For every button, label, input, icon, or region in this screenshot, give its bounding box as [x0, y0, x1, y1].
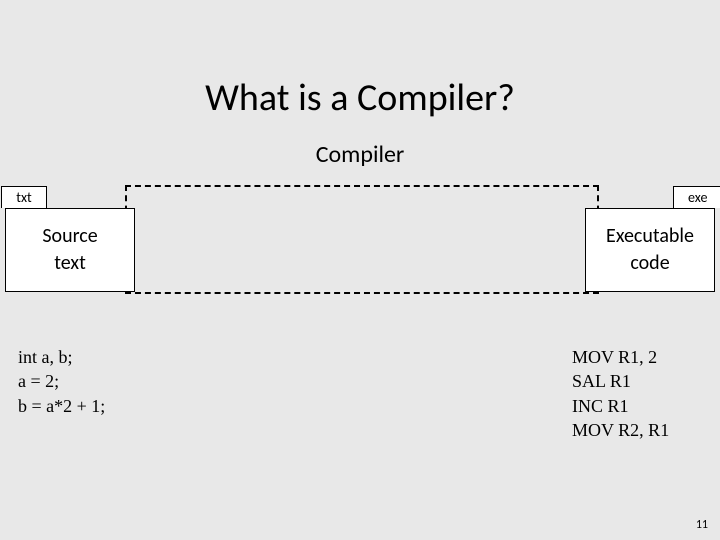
assembly-code: MOV R1, 2 SAL R1 INC R1 MOV R2, R1: [572, 345, 669, 442]
compiler-label: Compiler: [0, 140, 720, 169]
executable-line2: code: [586, 250, 714, 277]
source-block: txt Source text: [5, 186, 135, 292]
executable-body: Executable code: [585, 208, 715, 292]
slide-title: What is a Compiler?: [0, 75, 720, 121]
source-code: int a, b; a = 2; b = a*2 + 1;: [18, 345, 105, 418]
source-line2: text: [6, 250, 134, 277]
page-number: 11: [696, 518, 708, 532]
compiler-box: [125, 185, 599, 294]
executable-block: exe Executable code: [585, 186, 715, 292]
source-body: Source text: [5, 208, 135, 292]
source-line1: Source: [6, 223, 134, 250]
slide: What is a Compiler? Compiler txt Source …: [0, 0, 720, 540]
source-tab: txt: [1, 186, 46, 208]
executable-line1: Executable: [586, 223, 714, 250]
executable-tab: exe: [673, 186, 720, 208]
